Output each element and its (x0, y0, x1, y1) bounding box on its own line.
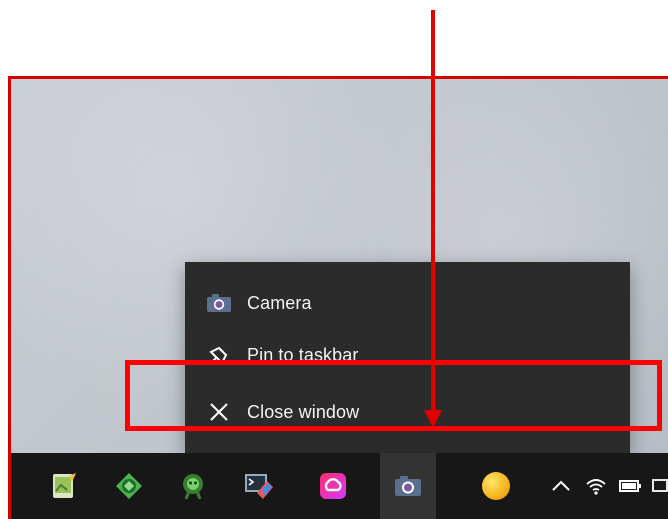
taskbar-context-menu: Camera Pin to taskbar Close window (185, 262, 630, 453)
android-dev-icon[interactable] (165, 453, 221, 519)
annotation-arrow-head (424, 410, 442, 428)
menu-item-camera[interactable]: Camera (185, 276, 630, 330)
chevron-up-icon[interactable] (546, 453, 576, 519)
menu-item-label: Pin to taskbar (247, 344, 359, 365)
notepad-plus-plus-icon[interactable] (36, 453, 92, 519)
camera-icon (205, 289, 233, 317)
close-icon (205, 398, 233, 426)
stage: Camera Pin to taskbar Close window (0, 0, 668, 519)
wifi-icon[interactable] (581, 453, 611, 519)
menu-item-label: Close window (247, 401, 360, 422)
menu-item-close-window[interactable]: Close window (185, 385, 630, 439)
creative-cloud-icon[interactable] (305, 453, 361, 519)
taskbar (8, 453, 668, 519)
annotation-arrow-line (431, 10, 435, 415)
camera-taskbar-icon[interactable] (380, 453, 436, 519)
notification-icon[interactable] (645, 453, 668, 519)
menu-item-pin-to-taskbar[interactable]: Pin to taskbar (185, 328, 630, 382)
pin-icon (205, 341, 233, 369)
android-studio-icon[interactable] (101, 453, 157, 519)
menu-item-label: Camera (247, 292, 312, 313)
yellow-circle-icon[interactable] (468, 453, 524, 519)
devtools-icon[interactable] (231, 453, 287, 519)
battery-icon[interactable] (615, 453, 645, 519)
